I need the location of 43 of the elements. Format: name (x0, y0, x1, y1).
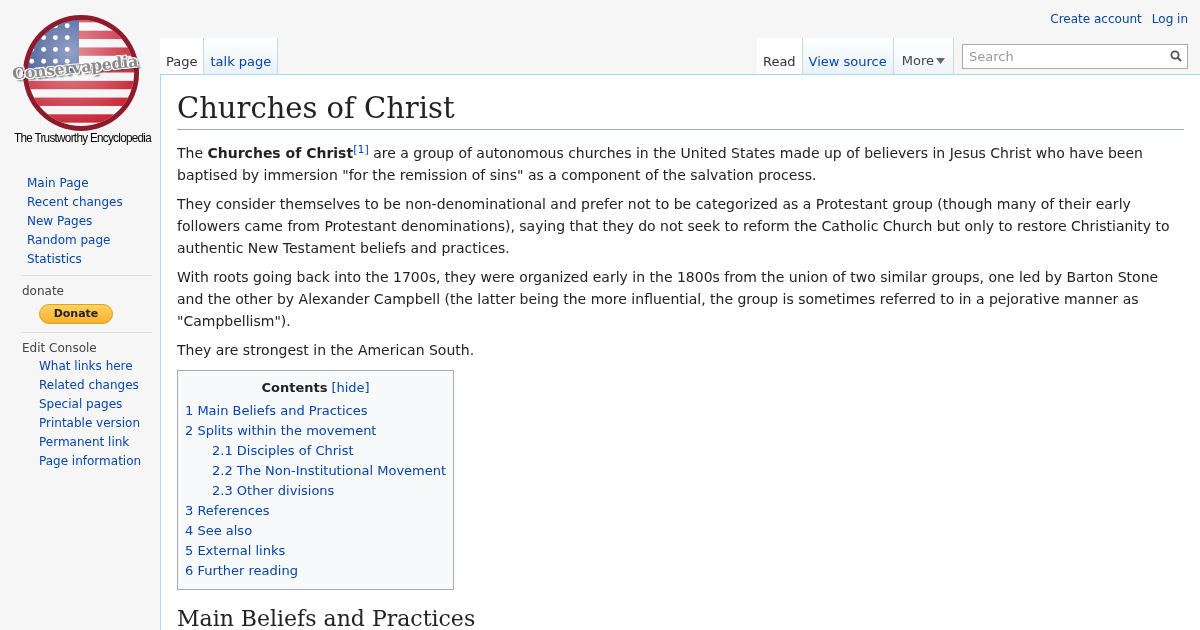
article-paragraph: The Churches of Christ$^{[1]}$ are a group of autonomous churches in the United States made up of believers in Jesus Christ who have been baptised by immersion "for the remission of sins" as a component of the salvation process. (177, 142, 1144, 185)
toc-toggle[interactable]: [hide] (331, 377, 370, 399)
toc-link[interactable]: 1 Main Beliefs and Practices (185, 401, 447, 421)
article-paragraph: With roots going back into the 1700s, they were organized early in the 1800s from the union of two similar groups, one led by Barton Stone and the other by Alexander Campbell (the latter being the more influential, the group is sometimes referred to in a pejorative manner as "Campbellism"). (177, 268, 1160, 331)
account-link[interactable]: Create account (1050, 10, 1142, 28)
toc-link[interactable]: 3 References (185, 501, 447, 521)
page-title: Churches of Christ (177, 89, 1184, 130)
caret-icon (936, 58, 945, 64)
sidebar-link[interactable]: New Pages (22, 212, 152, 231)
article-paragraph: They are strongest in the American South. (177, 341, 476, 360)
sidebar-link[interactable]: Special pages (22, 395, 152, 415)
portal-heading: donate (22, 283, 65, 300)
sidebar-link[interactable]: What links here (22, 357, 152, 377)
article-paragraph: They consider themselves to be non-denominational and prefer not to be categorized as a Protestant group (though many of their early followers came from Protestant denominations), saying that they do not seek to reform the Catholic Church but only to restore Christianity to authentic New Testament beliefs and practices. (177, 195, 1171, 258)
toc-link[interactable]: 5 External links (185, 541, 447, 561)
toc-link[interactable]: 2.1 Disciples of Christ (185, 441, 447, 461)
logo-wordmark: Conservapedia (11, 50, 140, 86)
sidebar-link[interactable]: Statistics (22, 250, 152, 269)
toc-link[interactable]: 4 See also (185, 521, 447, 541)
page-tab[interactable]: Page (160, 38, 205, 74)
search-field[interactable]: Search (962, 44, 1188, 69)
page-tab[interactable]: Read (756, 38, 803, 74)
donate-button[interactable]: Donate (39, 304, 113, 325)
sidebar-link[interactable]: Page information (22, 452, 152, 472)
toc-link[interactable]: 2.3 Other divisions (185, 481, 447, 501)
portal-heading: Edit Console (22, 340, 98, 358)
sidebar-link[interactable]: Related changes (22, 376, 152, 396)
search-icon (1170, 50, 1182, 62)
sidebar-link[interactable]: Main Page (22, 174, 152, 193)
sidebar-link[interactable]: Recent changes (22, 193, 152, 212)
sidebar-link[interactable]: Permanent link (22, 433, 152, 453)
sidebar-link[interactable]: Random page (22, 231, 152, 250)
sidebar-link[interactable]: Printable version (22, 414, 152, 434)
page-tab[interactable]: View source (802, 38, 894, 74)
toc-link[interactable]: 2 Splits within the movement (185, 421, 447, 441)
account-link[interactable]: Log in (1151, 10, 1188, 28)
toc-link[interactable]: 6 Further reading (185, 561, 447, 581)
toc-link[interactable]: 2.2 The Non-Institutional Movement (185, 461, 447, 481)
section-heading: Main Beliefs and Practices (177, 608, 477, 630)
logo-tagline: The Trustworthy Encyclopedia (14, 129, 152, 147)
toc-title: Contents (261, 379, 328, 397)
page-tab[interactable]: talk page (204, 38, 279, 74)
more-menu[interactable]: More (893, 38, 954, 74)
